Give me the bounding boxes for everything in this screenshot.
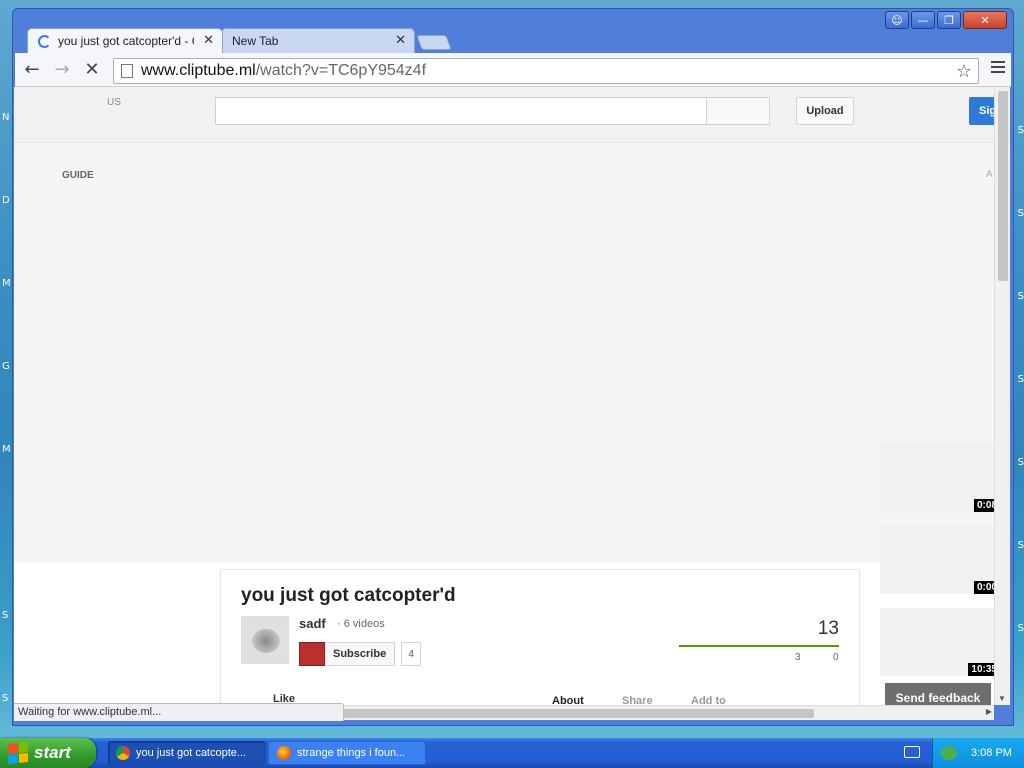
- taskbar: start you just got catcopte... strange t…: [0, 738, 1024, 768]
- tab-active[interactable]: you just got catcopter'd - Cli ✕: [27, 28, 223, 53]
- scroll-right-arrow-icon[interactable]: ▶: [986, 707, 992, 716]
- dislike-count: 0: [833, 652, 839, 663]
- video-player-area[interactable]: [14, 143, 994, 563]
- subscribe-group: Subscribe 4: [299, 642, 422, 666]
- right-edge-label: A: [986, 169, 993, 180]
- related-video-thumbnail[interactable]: 0:08: [880, 444, 994, 512]
- channel-avatar[interactable]: [241, 616, 289, 664]
- channel-video-count: · 6 videos: [337, 618, 385, 630]
- country-code: US: [107, 97, 121, 108]
- view-count: 13: [817, 618, 839, 639]
- like-count: 3: [795, 652, 801, 663]
- keyboard-icon[interactable]: [904, 746, 920, 758]
- subscriber-count: 4: [401, 642, 422, 666]
- vertical-scroll-thumb[interactable]: [998, 91, 1008, 281]
- page-viewport: US Upload Sign in GUIDE A you just got c…: [14, 87, 994, 705]
- video-duration: 10:35: [968, 663, 994, 676]
- video-info-panel: you just got catcopter'd sadf · 6 videos…: [220, 569, 860, 705]
- upload-button[interactable]: Upload: [796, 97, 854, 125]
- search-input[interactable]: [215, 97, 707, 125]
- vertical-scrollbar[interactable]: ▼: [994, 87, 1010, 705]
- guide-button[interactable]: GUIDE: [62, 170, 94, 181]
- video-duration: 0:08: [973, 499, 994, 512]
- subscribe-button[interactable]: Subscribe: [325, 642, 396, 666]
- taskbar-item-chrome[interactable]: you just got catcopte...: [108, 741, 266, 765]
- tab-about[interactable]: About: [552, 695, 584, 705]
- subscribe-logo-icon[interactable]: [299, 642, 325, 666]
- windows-logo-icon: [8, 741, 28, 765]
- search-button[interactable]: [706, 97, 770, 125]
- system-tray: 3:08 PM: [932, 738, 1024, 768]
- send-feedback-button[interactable]: Send feedback: [885, 683, 991, 705]
- network-icon[interactable]: [941, 746, 957, 760]
- video-duration: 0:00: [973, 581, 994, 594]
- like-ratio-bar: [679, 645, 839, 647]
- taskbar-item-firefox[interactable]: strange things i foun...: [268, 741, 426, 765]
- related-video-thumbnail[interactable]: 10:35: [880, 608, 994, 676]
- tab-share[interactable]: Share: [622, 695, 653, 705]
- taskbar-item-label: strange things i foun...: [297, 747, 406, 759]
- status-bubble: Waiting for www.cliptube.ml...: [14, 703, 344, 721]
- signin-button[interactable]: Sign in: [969, 97, 994, 125]
- channel-name-link[interactable]: sadf: [299, 616, 326, 631]
- chrome-icon: [116, 746, 130, 760]
- loading-spinner-icon: [38, 35, 51, 48]
- start-button[interactable]: start: [0, 738, 96, 768]
- tab-add-to[interactable]: Add to: [691, 695, 726, 705]
- masthead: US Upload Sign in: [14, 87, 994, 143]
- start-label: start: [34, 743, 71, 762]
- taskbar-item-label: you just got catcopte...: [136, 747, 247, 759]
- clock[interactable]: 3:08 PM: [971, 747, 1012, 759]
- related-video-thumbnail[interactable]: 0:00: [880, 526, 994, 594]
- tab-title: you just got catcopter'd - Cli: [58, 34, 194, 48]
- video-title: you just got catcopter'd: [241, 585, 456, 606]
- firefox-icon: [277, 746, 291, 760]
- tab-close-icon[interactable]: ✕: [203, 33, 214, 48]
- related-videos: 0:08 0:00 10:35: [880, 444, 994, 690]
- scroll-down-arrow-icon[interactable]: ▼: [998, 694, 1006, 703]
